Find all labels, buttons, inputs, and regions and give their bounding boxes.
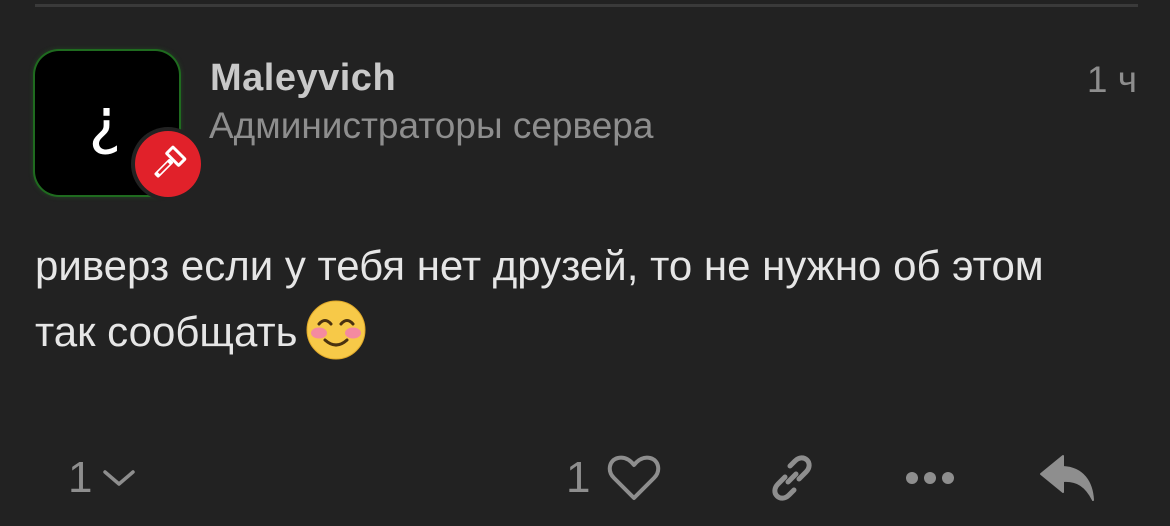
avatar-glyph: ¿ <box>88 84 122 157</box>
author-group: Администраторы сервера <box>209 105 654 146</box>
reply-button[interactable] <box>1038 448 1098 508</box>
post-body: риверз если у тебя нет друзей, то не нуж… <box>35 233 1115 379</box>
replies-toggle-button[interactable]: 1 <box>68 452 136 504</box>
smiling-face-emoji <box>306 300 366 379</box>
ellipsis-icon <box>906 472 954 484</box>
replies-count: 1 <box>68 453 93 502</box>
chevron-down-icon <box>103 470 136 486</box>
post-time[interactable]: 1 ч <box>1087 58 1137 102</box>
like-button[interactable]: 1 <box>566 452 662 504</box>
moderator-badge <box>131 127 205 201</box>
copy-link-button[interactable] <box>762 448 822 508</box>
author-username[interactable]: Maleyvich <box>210 56 396 100</box>
gavel-icon <box>154 145 187 178</box>
link-icon <box>772 455 812 501</box>
likes-count: 1 <box>566 453 591 502</box>
more-actions-button[interactable] <box>900 448 960 508</box>
author-avatar-group[interactable]: ¿ <box>35 51 205 203</box>
post-page: ¿ Maleyvich Администраторы сервера 1 ч р… <box>0 0 1170 526</box>
reply-icon <box>1040 455 1094 501</box>
post-text: риверз если у тебя нет друзей, то не нуж… <box>35 242 1044 355</box>
divider <box>35 4 1138 7</box>
heart-icon <box>608 455 661 500</box>
moderator-badge-circle <box>135 131 201 197</box>
